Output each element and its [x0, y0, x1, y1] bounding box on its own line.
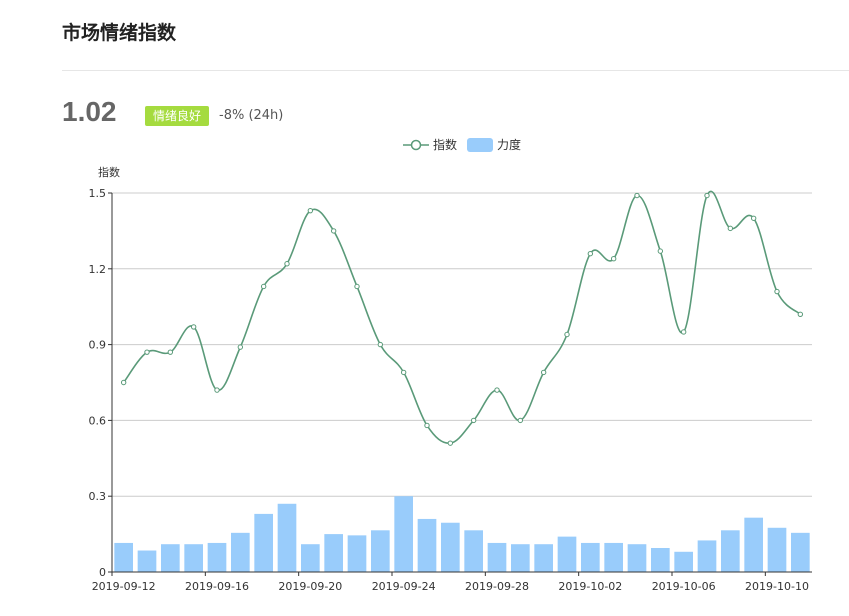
line-point	[167, 349, 174, 355]
legend-line-marker	[410, 139, 422, 151]
legend-item-line[interactable]: 指数	[403, 137, 457, 152]
bar	[651, 547, 670, 572]
line-point	[727, 225, 734, 232]
x-tick-label: 2019-10-10	[745, 580, 809, 593]
x-tick-label: 2019-09-24	[372, 580, 436, 593]
bar	[674, 551, 693, 572]
line-point	[750, 215, 757, 221]
line-point	[797, 311, 804, 317]
y-tick-label: 1.2	[89, 263, 107, 276]
bar	[627, 544, 647, 572]
bar	[744, 517, 763, 572]
line-point	[237, 344, 244, 350]
series-line-path	[123, 190, 801, 444]
bar	[604, 542, 623, 572]
bar	[184, 544, 203, 572]
line-point	[610, 255, 617, 262]
bar	[441, 522, 460, 572]
index-value: 1.02	[62, 96, 117, 127]
legend-label-bar: 力度	[497, 137, 521, 152]
x-tick-label: 2019-09-16	[185, 580, 249, 593]
bar	[557, 536, 577, 572]
y-tick-label: 0.3	[89, 490, 107, 503]
bar	[791, 532, 810, 572]
line-point	[330, 228, 337, 234]
y-tick-label: 0.6	[89, 414, 107, 427]
line-point	[284, 261, 290, 267]
line-point	[657, 248, 664, 254]
line-point	[470, 417, 477, 424]
legend[interactable]: 指数 力度	[403, 137, 521, 152]
line-point	[517, 417, 524, 424]
x-tick-label: 2019-10-02	[558, 580, 622, 593]
bar	[534, 544, 553, 572]
grid	[112, 192, 812, 497]
status-badge: 情绪良好	[145, 106, 210, 126]
chart: 指数 力度 指数 0 0.3 0.6 0.9 1.2 1.5 2019-09-12 2019-…	[89, 137, 812, 593]
bar	[417, 518, 437, 572]
bar	[161, 544, 180, 572]
x-tick-label: 2019-09-20	[278, 580, 342, 593]
x-tick-label: 2019-09-28	[465, 580, 529, 593]
legend-label-line: 指数	[433, 137, 457, 152]
legend-bar-swatch	[467, 138, 493, 152]
line-point	[587, 250, 594, 257]
bar	[394, 496, 413, 572]
bar	[697, 540, 717, 572]
line-point	[564, 331, 570, 338]
y-tick-label: 0.9	[89, 339, 107, 352]
line-point	[540, 369, 547, 376]
bar	[324, 534, 343, 572]
line-point	[494, 387, 500, 393]
line-point	[704, 192, 710, 199]
bar	[721, 530, 740, 572]
bar	[347, 535, 367, 572]
line-point	[424, 422, 430, 429]
y-tick-label: 1.5	[89, 187, 107, 200]
bar	[254, 513, 273, 572]
bar	[464, 530, 483, 572]
line-point	[634, 192, 640, 199]
bar	[207, 542, 227, 572]
line-point	[377, 341, 384, 348]
line-point	[260, 283, 267, 290]
change-text: -8% (24h)	[219, 108, 284, 123]
line-point	[120, 379, 127, 386]
line-point	[214, 387, 220, 393]
x-tick-label: 2019-10-06	[652, 580, 716, 593]
page-title: 市场情绪指数	[62, 22, 177, 44]
y-tick-label: 0	[99, 566, 106, 579]
bar	[581, 542, 600, 572]
bar	[137, 550, 157, 572]
bar	[487, 542, 507, 572]
bar	[114, 542, 133, 572]
bar	[231, 532, 250, 572]
line-point	[400, 369, 407, 376]
x-tick-label: 2019-09-12	[92, 580, 156, 593]
bar	[371, 530, 390, 572]
bar	[511, 544, 530, 572]
y-axis-title: 指数	[98, 165, 120, 179]
legend-item-bar[interactable]: 力度	[467, 137, 521, 152]
bar	[767, 527, 787, 572]
line-point	[144, 349, 150, 355]
bars	[114, 496, 810, 572]
divider	[62, 70, 849, 71]
bar	[277, 503, 297, 572]
bar	[301, 544, 320, 572]
line-point	[190, 324, 197, 330]
line-point	[774, 288, 780, 295]
line-point	[680, 329, 687, 335]
line-point	[447, 440, 454, 446]
line-point	[307, 207, 314, 214]
line-point	[354, 283, 360, 290]
